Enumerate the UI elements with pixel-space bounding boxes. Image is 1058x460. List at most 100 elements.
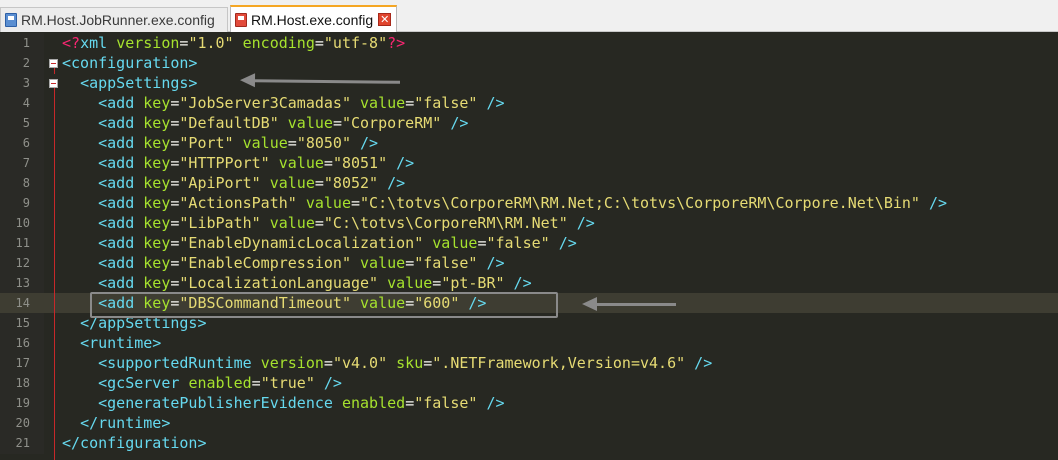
code-line[interactable]: 7 <add key="HTTPPort" value="8051" />	[0, 153, 1058, 173]
code-token: />	[567, 214, 595, 232]
code-token: =	[314, 174, 324, 192]
code-line[interactable]: 2 <configuration>	[0, 53, 1058, 73]
code-text: </runtime>	[62, 413, 170, 433]
line-number: 13	[15, 276, 30, 290]
tab-host-config[interactable]: RM.Host.exe.config ✕	[230, 5, 397, 32]
code-token: =	[405, 394, 415, 412]
code-token: />	[441, 114, 469, 132]
line-number: 1	[22, 36, 30, 50]
file-icon	[5, 13, 17, 27]
close-icon[interactable]: ✕	[378, 13, 392, 26]
code-token: "ActionsPath"	[179, 194, 297, 212]
code-token: =	[314, 34, 324, 52]
code-token: key	[143, 94, 171, 112]
code-line[interactable]: 18 <gcServer enabled="true" />	[0, 373, 1058, 393]
code-token: />	[314, 374, 342, 392]
code-token: value	[387, 274, 433, 292]
fold-line	[54, 88, 55, 460]
fold-collapse-icon[interactable]	[49, 79, 58, 88]
code-token: value	[432, 234, 478, 252]
code-token: "CorporeRM"	[341, 114, 442, 132]
code-token: xml	[80, 34, 117, 52]
code-token: =	[323, 354, 333, 372]
code-text: <add key="JobServer3Camadas" value="fals…	[62, 93, 505, 113]
code-token: <runtime>	[80, 334, 162, 352]
fold-collapse-icon[interactable]	[49, 59, 58, 68]
code-text: <appSettings>	[62, 73, 197, 93]
code-line[interactable]: 1 <?xml version="1.0" encoding="utf-8"?>	[0, 33, 1058, 53]
code-token: "LocalizationLanguage"	[179, 274, 379, 292]
code-token: "false"	[414, 254, 478, 272]
code-token: =	[405, 254, 415, 272]
code-editor[interactable]: 1 <?xml version="1.0" encoding="utf-8"?> 2…	[0, 33, 1058, 460]
code-text: <add key="EnableDynamicLocalization" val…	[62, 233, 577, 253]
code-token: />	[477, 94, 505, 112]
code-token: encoding	[242, 34, 315, 52]
code-text: <add key="LocalizationLanguage" value="p…	[62, 273, 532, 293]
code-token: <generatePublisherEvidence	[98, 394, 342, 412]
code-line[interactable]: 5 <add key="DefaultDB" value="CorporeRM"…	[0, 113, 1058, 133]
code-token: "false"	[414, 94, 478, 112]
line-number: 21	[15, 436, 30, 450]
code-token: key	[143, 174, 171, 192]
line-number: 9	[22, 196, 30, 210]
code-token: "LibPath"	[179, 214, 261, 232]
code-token: =	[351, 194, 361, 212]
code-line[interactable]: 21 </configuration>	[0, 433, 1058, 453]
code-line[interactable]: 12 <add key="EnableCompression" value="f…	[0, 253, 1058, 273]
code-line[interactable]: 20 </runtime>	[0, 413, 1058, 433]
code-token: <add	[98, 94, 144, 112]
code-line[interactable]: 3 <appSettings>	[0, 73, 1058, 93]
code-token: <supportedRuntime	[98, 354, 261, 372]
code-token: />	[549, 234, 577, 252]
code-line[interactable]: 13 <add key = "LocalizationLanguage" value…	[0, 273, 1058, 293]
code-text: <configuration>	[62, 53, 197, 73]
code-line[interactable]: 11 <add key="EnableDynamicLocalization" …	[0, 233, 1058, 253]
code-text: <add key="Port" value="8050" />	[62, 133, 378, 153]
code-token: value	[269, 174, 315, 192]
code-text: <generatePublisherEvidence enabled="fals…	[62, 393, 504, 413]
code-token: key	[143, 274, 171, 292]
line-number: 18	[15, 376, 30, 390]
code-token: =	[287, 134, 297, 152]
code-line[interactable]: 4 <add key="JobServer3Camadas" value="fa…	[0, 93, 1058, 113]
code-text: <add key="EnableCompression" value="fals…	[62, 253, 504, 273]
tab-jobrunner-config[interactable]: RM.Host.JobRunner.exe.config	[0, 7, 228, 32]
code-token: =	[332, 114, 342, 132]
code-token: <appSettings>	[80, 74, 198, 92]
code-token: />	[504, 274, 532, 292]
line-number: 20	[15, 416, 30, 430]
code-line[interactable]: 9 <add key="ActionsPath" value="C:\totvs…	[0, 193, 1058, 213]
code-line[interactable]: 19 <generatePublisherEvidence enabled="f…	[0, 393, 1058, 413]
code-token: "utf-8"	[323, 34, 388, 52]
line-number: 12	[15, 256, 30, 270]
code-token: <add	[98, 154, 144, 172]
code-line[interactable]: 10 <add key="LibPath" value="C:\totvs\Co…	[0, 213, 1058, 233]
line-number: 3	[22, 76, 30, 90]
annotation-arrow-icon	[582, 297, 676, 311]
code-token: "EnableDynamicLocalization"	[179, 234, 424, 252]
code-token: "v4.0"	[332, 354, 388, 372]
code-token: enabled	[188, 374, 252, 392]
code-token: <gcServer	[98, 374, 189, 392]
code-token: key	[143, 194, 171, 212]
code-token: =	[251, 374, 261, 392]
code-token: "pt-BR"	[441, 274, 505, 292]
code-token: sku	[396, 354, 424, 372]
code-line[interactable]: 17 <supportedRuntime version="v4.0" sku=…	[0, 353, 1058, 373]
code-text: <add key="ApiPort" value="8052" />	[62, 173, 405, 193]
line-number: 7	[22, 156, 30, 170]
code-token: value	[242, 134, 288, 152]
code-line[interactable]: 6 <add key="Port" value="8050" />	[0, 133, 1058, 153]
code-token: "C:\totvs\CorporeRM\RM.Net"	[323, 214, 568, 232]
code-line[interactable]: 8 <add key="ApiPort" value="8052" />	[0, 173, 1058, 193]
code-line[interactable]: 16 <runtime>	[0, 333, 1058, 353]
code-token: <add	[98, 234, 144, 252]
